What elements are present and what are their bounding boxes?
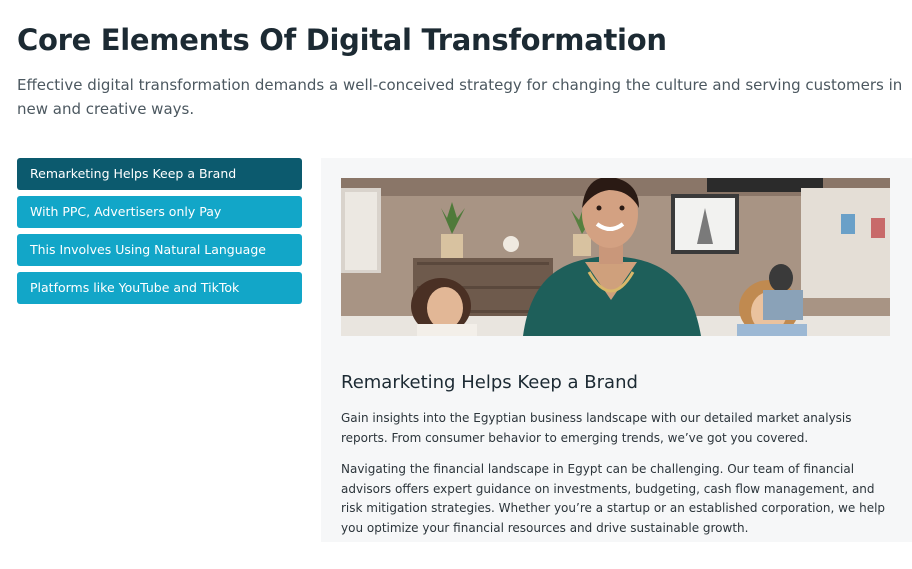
panel-paragraph: Gain insights into the Egyptian business… bbox=[341, 411, 852, 445]
tab-platforms[interactable]: Platforms like YouTube and TikTok bbox=[17, 272, 302, 304]
page: Core Elements Of Digital Transformation … bbox=[0, 0, 912, 569]
tab-natural-language[interactable]: This Involves Using Natural Language bbox=[17, 234, 302, 266]
tab-remarketing[interactable]: Remarketing Helps Keep a Brand bbox=[17, 158, 302, 190]
tab-panel: Remarketing Helps Keep a Brand Gain insi… bbox=[321, 158, 912, 542]
tab-ppc[interactable]: With PPC, Advertisers only Pay bbox=[17, 196, 302, 228]
panel-paragraph: Navigating the financial landscape in Eg… bbox=[341, 462, 886, 535]
section-title: Core Elements Of Digital Transformation bbox=[17, 23, 667, 57]
office-photo bbox=[341, 178, 890, 336]
tab-list: Remarketing Helps Keep a Brand With PPC,… bbox=[17, 158, 302, 310]
section-intro: Effective digital transformation demands… bbox=[17, 76, 903, 118]
panel-heading: Remarketing Helps Keep a Brand bbox=[341, 372, 638, 393]
